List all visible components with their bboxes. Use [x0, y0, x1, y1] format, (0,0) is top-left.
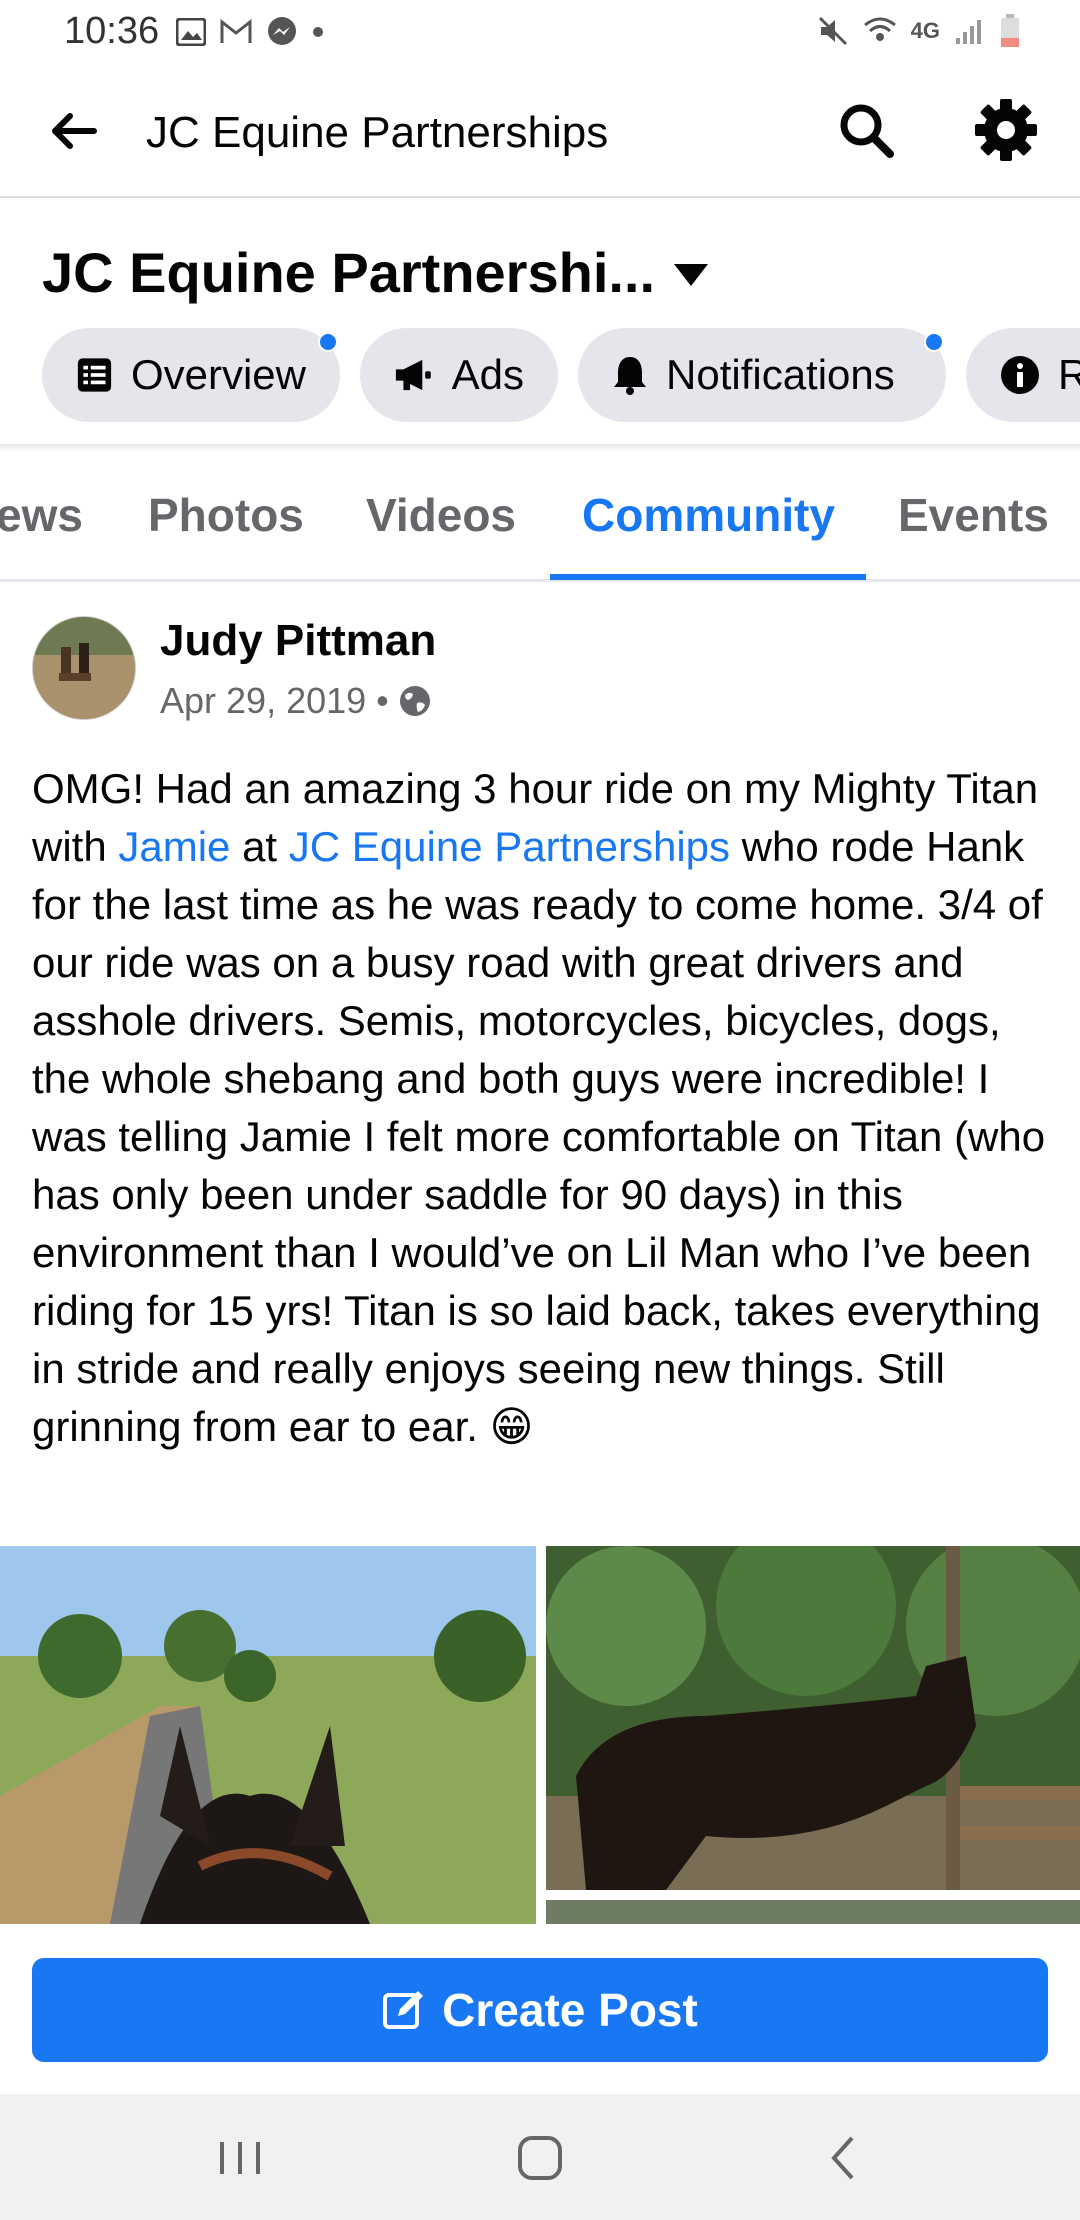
pill-label: Overview — [130, 351, 306, 398]
post-photo-horse[interactable] — [546, 1546, 1080, 1890]
pill-ads[interactable]: Ads — [360, 328, 558, 422]
tab-videos[interactable]: Videos — [366, 488, 516, 542]
create-post-button[interactable]: Create Post — [32, 1958, 1048, 2062]
notification-dot — [318, 332, 338, 352]
pill-label: Notifications — [666, 351, 895, 398]
home-icon[interactable] — [510, 2130, 570, 2186]
post-meta: Apr 29, 2019 • — [160, 680, 431, 722]
gear-icon[interactable] — [974, 98, 1038, 162]
status-bar: 10:36 4G — [0, 0, 1080, 64]
globe-icon — [399, 686, 430, 716]
gallery-icon — [176, 18, 206, 46]
avatar[interactable] — [32, 616, 136, 720]
header-title: JC Equine Partnerships — [146, 108, 609, 157]
post-text-part: at — [230, 823, 289, 870]
back-nav-icon[interactable] — [814, 2130, 874, 2186]
post-text-part: who rode Hank for the last time as he wa… — [32, 823, 1046, 1450]
mention-jamie-link[interactable]: Jamie — [118, 823, 230, 870]
tab-photos[interactable]: Photos — [148, 488, 304, 542]
search-icon[interactable] — [836, 100, 896, 160]
page-action-pills: Overview Ads Notifications R — [42, 328, 1080, 422]
pill-label: Ads — [451, 351, 524, 398]
caret-down-icon[interactable] — [672, 262, 710, 288]
wifi-icon — [863, 17, 896, 41]
mention-page-link[interactable]: JC Equine Partnerships — [289, 823, 730, 870]
post-photo-trail[interactable] — [0, 1546, 536, 1924]
battery-icon — [1001, 14, 1019, 47]
info-icon — [1001, 356, 1039, 394]
post-photo-third[interactable] — [546, 1900, 1080, 1924]
more-dot-icon — [313, 27, 323, 37]
active-tab-indicator — [550, 574, 866, 580]
page-name[interactable]: JC Equine Partnershi... — [42, 240, 655, 305]
pill-info[interactable]: R — [966, 328, 1080, 422]
post-body: OMG! Had an amazing 3 hour ride on my Mi… — [32, 760, 1052, 1456]
pill-label: R — [1058, 351, 1080, 398]
gmail-icon — [220, 19, 252, 43]
pill-notifications[interactable]: Notifications — [578, 328, 946, 422]
network-type: 4G — [910, 18, 940, 43]
back-arrow-icon[interactable] — [48, 106, 98, 156]
messenger-icon — [268, 17, 296, 45]
status-system-icons: 4G — [817, 14, 1020, 48]
edit-icon — [383, 1991, 424, 2029]
signal-icon — [956, 20, 981, 44]
pill-overview[interactable]: Overview — [42, 328, 340, 422]
tab-events[interactable]: Events — [898, 488, 1049, 542]
post-author[interactable]: Judy Pittman — [160, 616, 436, 666]
create-post-bar: Create Post — [0, 1924, 1080, 2094]
recent-apps-icon[interactable] — [210, 2130, 270, 2186]
bell-icon — [614, 357, 646, 395]
section-divider — [0, 444, 1080, 452]
grinning-emoji: 😁 — [489, 1403, 534, 1450]
tab-reviews[interactable]: ews — [0, 488, 83, 542]
list-icon — [77, 358, 112, 392]
post-date[interactable]: Apr 29, 2019 — [160, 680, 366, 722]
megaphone-icon — [395, 359, 431, 391]
system-nav-bar — [0, 2094, 1080, 2220]
page-tabs: ews Photos Videos Community Events — [0, 452, 1080, 582]
mute-icon — [818, 16, 847, 46]
status-notification-icons — [176, 16, 324, 48]
app-header: JC Equine Partnerships — [0, 64, 1080, 198]
create-post-label: Create Post — [442, 1984, 698, 2036]
meta-separator: • — [376, 680, 389, 721]
notification-dot — [924, 332, 944, 352]
tab-community[interactable]: Community — [582, 488, 835, 542]
status-time: 10:36 — [64, 10, 160, 52]
